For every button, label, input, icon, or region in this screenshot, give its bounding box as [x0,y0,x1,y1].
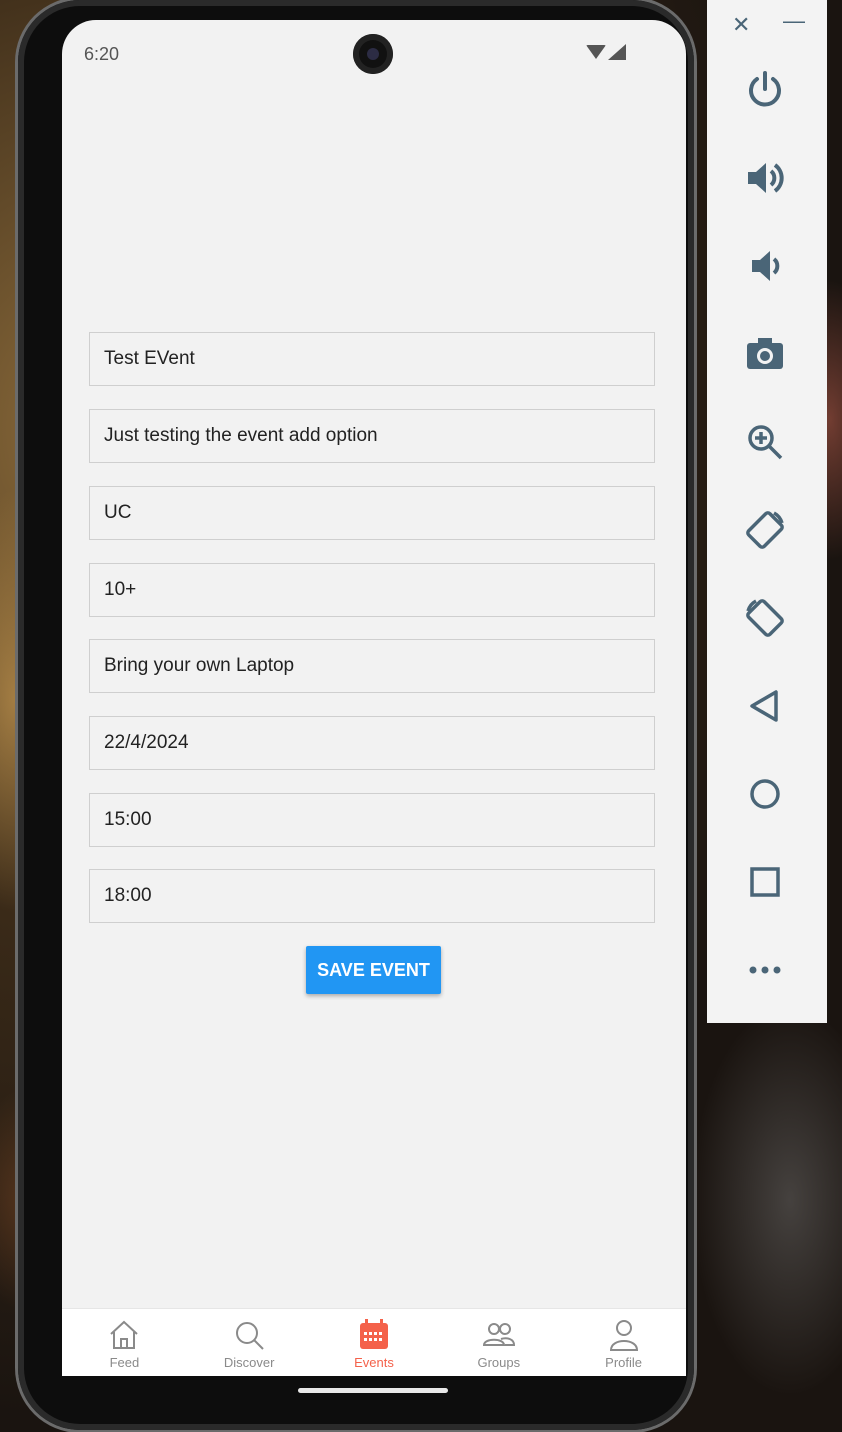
event-end-time-field[interactable]: 18:00 [89,869,655,923]
wifi-icon [586,45,606,59]
more-button[interactable] [741,946,789,994]
rotate-left-icon [746,511,784,549]
minimize-icon[interactable]: — [783,8,805,34]
nav-label-feed: Feed [109,1355,140,1370]
save-event-button[interactable]: SAVE EVENT [306,946,441,994]
front-camera [353,34,393,74]
more-icon [749,966,781,974]
camera-icon [747,338,783,369]
rotate-right-button[interactable] [741,594,789,642]
overview-button[interactable] [741,858,789,906]
nav-item-discover[interactable]: Discover [187,1309,312,1376]
power-button[interactable] [741,66,789,114]
event-age-field[interactable]: 10+ [89,563,655,617]
volume-down-button[interactable] [741,242,789,290]
person-icon [609,1320,638,1351]
people-icon [482,1323,515,1346]
nav-item-events[interactable]: Events [312,1309,437,1376]
overview-square-icon [750,867,780,897]
volume-down-icon [752,251,780,281]
nav-item-profile[interactable]: Profile [561,1309,686,1376]
screenshot-button[interactable] [741,330,789,378]
event-description-field[interactable]: Just testing the event add option [89,409,655,463]
nav-label-events: Events [354,1355,394,1370]
home-circle-icon [750,779,780,809]
bottom-navigation: Feed Discover Events Groups Profile [62,1308,686,1376]
signal-icon [608,44,626,60]
event-date-field[interactable]: 22/4/2024 [89,716,655,770]
close-icon[interactable]: ✕ [732,12,750,38]
event-requirements-field[interactable]: Bring your own Laptop [89,639,655,693]
search-icon [236,1322,264,1350]
calendar-icon [359,1319,388,1349]
volume-up-icon [748,163,784,193]
emulator-side-panel: ✕ — [707,0,827,1023]
back-icon [750,690,778,722]
rotate-left-button[interactable] [741,506,789,554]
app-screen: 6:20 Test EVent Just testing the event a… [62,20,686,1376]
nav-label-groups: Groups [477,1355,521,1370]
event-title-field[interactable]: Test EVent [89,332,655,386]
nav-label-profile: Profile [605,1355,643,1370]
home-button[interactable] [741,770,789,818]
nav-item-groups[interactable]: Groups [436,1309,561,1376]
phone-frame: 6:20 Test EVent Just testing the event a… [18,0,694,1430]
zoom-button[interactable] [741,418,789,466]
volume-up-button[interactable] [741,154,789,202]
back-button[interactable] [741,682,789,730]
emulator-window-controls: ✕ — [707,8,827,40]
nav-label-discover: Discover [223,1355,275,1370]
nav-item-feed[interactable]: Feed [62,1309,187,1376]
home-icon [110,1320,139,1349]
event-start-time-field[interactable]: 15:00 [89,793,655,847]
status-time: 6:20 [84,44,120,64]
zoom-icon [748,425,783,460]
rotate-right-icon [746,599,784,637]
event-location-field[interactable]: UC [89,486,655,540]
gesture-home-bar[interactable] [298,1388,448,1393]
power-icon [749,71,781,107]
status-icons [586,44,626,60]
